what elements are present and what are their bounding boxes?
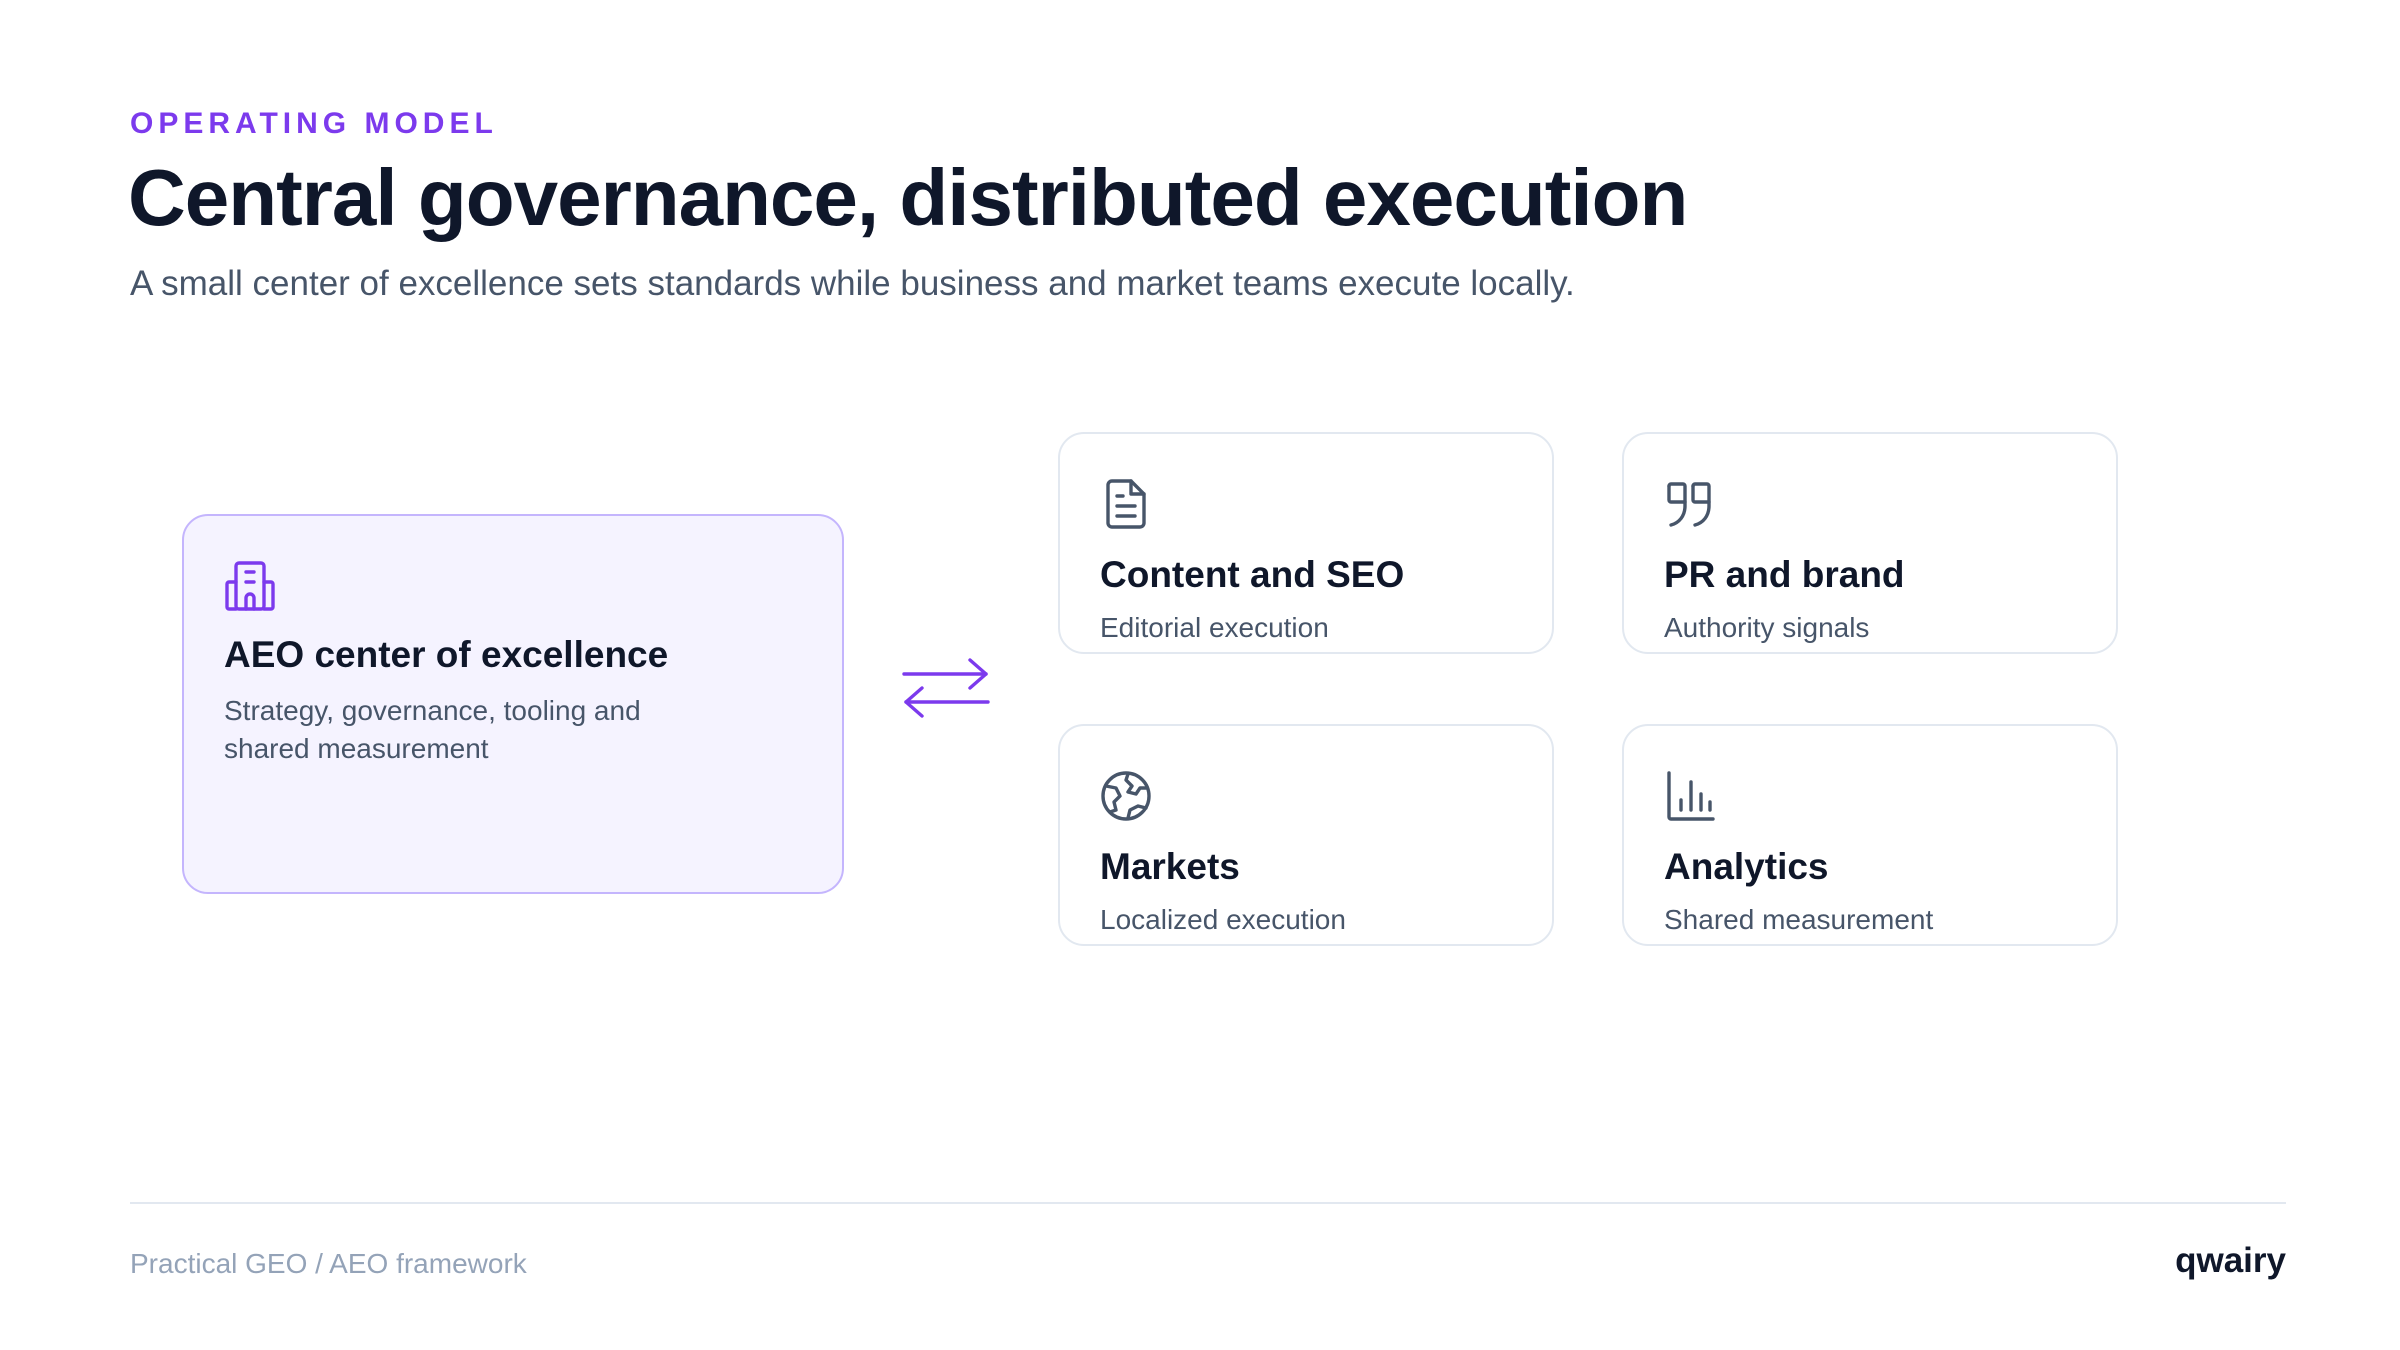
team-description: Shared measurement [1664, 904, 1934, 935]
team-description: Localized execution [1100, 904, 1346, 935]
footer-caption: Practical GEO / AEO framework [130, 1248, 527, 1279]
team-title: PR and brand [1664, 554, 1905, 595]
team-card-markets: Markets Localized execution [1058, 724, 1554, 946]
quote-icon [1662, 476, 1718, 532]
hub-description: Strategy, governance, tooling and shared… [224, 695, 641, 764]
page-title: Central governance, distributed executio… [128, 153, 1688, 242]
brand-logo: qwairy [2175, 1241, 2286, 1280]
building-icon [222, 558, 278, 614]
hub-title: AEO center of excellence [224, 634, 669, 675]
team-card-content-seo: Content and SEO Editorial execution [1058, 432, 1554, 654]
document-icon [1098, 476, 1154, 532]
eyebrow-label: OPERATING MODEL [130, 107, 498, 140]
exchange-arrows-icon [900, 658, 992, 718]
team-title: Analytics [1664, 846, 1829, 887]
hub-card-center-of-excellence: AEO center of excellence Strategy, gover… [182, 514, 844, 894]
team-card-analytics: Analytics Shared measurement [1622, 724, 2118, 946]
globe-icon [1098, 768, 1154, 824]
team-title: Content and SEO [1100, 554, 1405, 595]
team-description: Authority signals [1664, 612, 1870, 643]
slide: OPERATING MODEL Central governance, dist… [0, 0, 2400, 1350]
bar-chart-icon [1662, 768, 1718, 824]
page-subtitle: A small center of excellence sets standa… [130, 264, 1575, 303]
footer-divider [130, 1202, 2286, 1204]
team-description: Editorial execution [1100, 612, 1329, 643]
team-title: Markets [1100, 846, 1240, 887]
team-card-pr-brand: PR and brand Authority signals [1622, 432, 2118, 654]
